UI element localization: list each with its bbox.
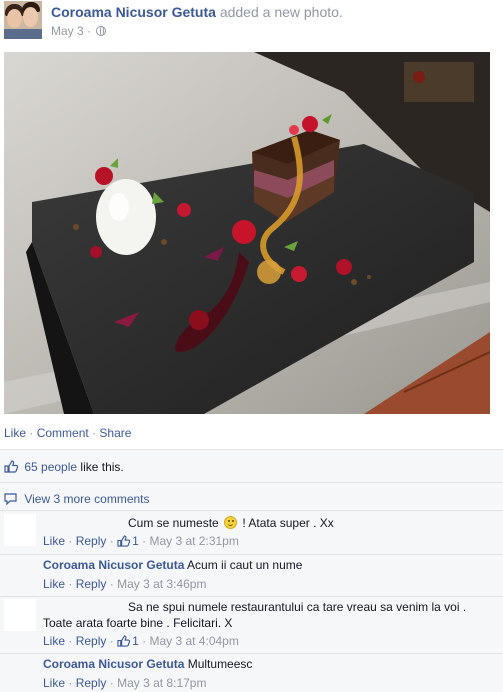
commenter-avatar[interactable] <box>4 514 36 546</box>
comment-item: Cum se numeste ! Atata super . Xx Like ·… <box>0 512 503 554</box>
comment-reply-button[interactable]: Reply <box>76 634 107 648</box>
comment-text: Coroama Nicusor Getuta Acum ii caut un n… <box>43 558 302 572</box>
comment-actions: Like · Reply · 1 · May 3 at 2:31pm <box>43 534 239 548</box>
comment-like-button[interactable]: Like <box>43 676 65 690</box>
comment-timestamp[interactable]: May 3 at 8:17pm <box>117 676 206 690</box>
thumbs-up-icon <box>117 535 131 547</box>
meta-separator: · <box>87 24 92 38</box>
comment-reply-button[interactable]: Reply <box>76 577 107 591</box>
post-meta: May 3 · <box>51 24 107 38</box>
actions-sep-1: · <box>29 426 34 440</box>
comment-text-part: ! Atata super . Xx <box>242 516 334 530</box>
likes-summary: 65 people like this. <box>4 460 124 474</box>
comment-timestamp[interactable]: May 3 at 4:04pm <box>149 634 238 648</box>
comment-button[interactable]: Comment <box>37 426 89 440</box>
globe-icon[interactable] <box>96 26 107 36</box>
comment-text-part: Sa ne spui numele restaurantului ca tare… <box>128 600 467 614</box>
comment-author-link[interactable]: Coroama Nicusor Getuta <box>43 558 184 572</box>
commenter-avatar[interactable] <box>4 599 36 631</box>
comment-like-button[interactable]: Like <box>43 634 65 648</box>
comment-text-part: Cum se numeste <box>128 516 219 530</box>
post-header: Coroama Nicusor Getuta added a new photo… <box>0 0 503 46</box>
comment-reply-button[interactable]: Reply <box>76 676 107 690</box>
comment-item: Sa ne spui numele restaurantului ca tare… <box>0 597 503 653</box>
comment-like-count[interactable]: 1 <box>132 634 139 648</box>
more-divider <box>0 510 503 511</box>
likes-people-link[interactable]: 65 people <box>24 460 77 474</box>
ufi-top-border <box>0 449 503 450</box>
comment-like-count[interactable]: 1 <box>132 534 139 548</box>
speech-bubble-icon <box>4 493 17 505</box>
likes-divider <box>0 482 503 483</box>
comment-timestamp[interactable]: May 3 at 3:46pm <box>117 577 206 591</box>
comment-item: Coroama Nicusor Getuta Acum ii caut un n… <box>0 555 503 595</box>
post-photo[interactable] <box>4 52 490 414</box>
thumbs-up-icon <box>4 460 18 473</box>
comment-like-button[interactable]: Like <box>43 534 65 548</box>
commenter-avatar[interactable] <box>4 557 36 589</box>
author-avatar[interactable] <box>4 1 42 39</box>
comment-actions: Like · Reply · May 3 at 3:46pm <box>43 577 207 591</box>
comment-text-part: Acum ii caut un nume <box>187 558 303 572</box>
comment-author-link[interactable]: Coroama Nicusor Getuta <box>43 657 184 671</box>
comment-text: Coroama Nicusor Getuta Multumeesc <box>43 657 252 671</box>
comment-like-button[interactable]: Like <box>43 577 65 591</box>
author-name-link[interactable]: Coroama Nicusor Getuta <box>51 4 216 20</box>
smiley-emoticon-icon <box>224 516 238 529</box>
comment-timestamp[interactable]: May 3 at 2:31pm <box>149 534 238 548</box>
comment-actions: Like · Reply · 1 · May 3 at 4:04pm <box>43 634 239 648</box>
comment-item: Coroama Nicusor Getuta Multumeesc Like ·… <box>0 654 503 692</box>
commenter-avatar[interactable] <box>4 656 36 688</box>
post-actions: Like · Comment · Share <box>4 426 131 440</box>
comment-text-part: Multumeesc <box>187 657 253 671</box>
likes-suffix: like this. <box>80 460 124 474</box>
view-more-comments-row: View 3 more comments <box>4 492 150 506</box>
thumbs-up-icon <box>117 635 131 647</box>
comment-actions: Like · Reply · May 3 at 8:17pm <box>43 676 207 690</box>
comment-text: Sa ne spui numele restaurantului ca tare… <box>43 600 493 630</box>
comment-reply-button[interactable]: Reply <box>76 534 107 548</box>
post-action-text: added a new photo. <box>219 4 343 20</box>
post-date-link[interactable]: May 3 <box>51 24 84 38</box>
share-button[interactable]: Share <box>99 426 131 440</box>
post-title-line: Coroama Nicusor Getuta added a new photo… <box>51 4 343 20</box>
actions-sep-2: · <box>92 426 97 440</box>
view-more-comments-link[interactable]: View 3 more comments <box>24 492 149 506</box>
like-button[interactable]: Like <box>4 426 26 440</box>
comment-text: Cum se numeste ! Atata super . Xx <box>128 516 334 530</box>
comment-text-part: Toate arata foarte bine . Felicitari. X <box>43 616 233 630</box>
